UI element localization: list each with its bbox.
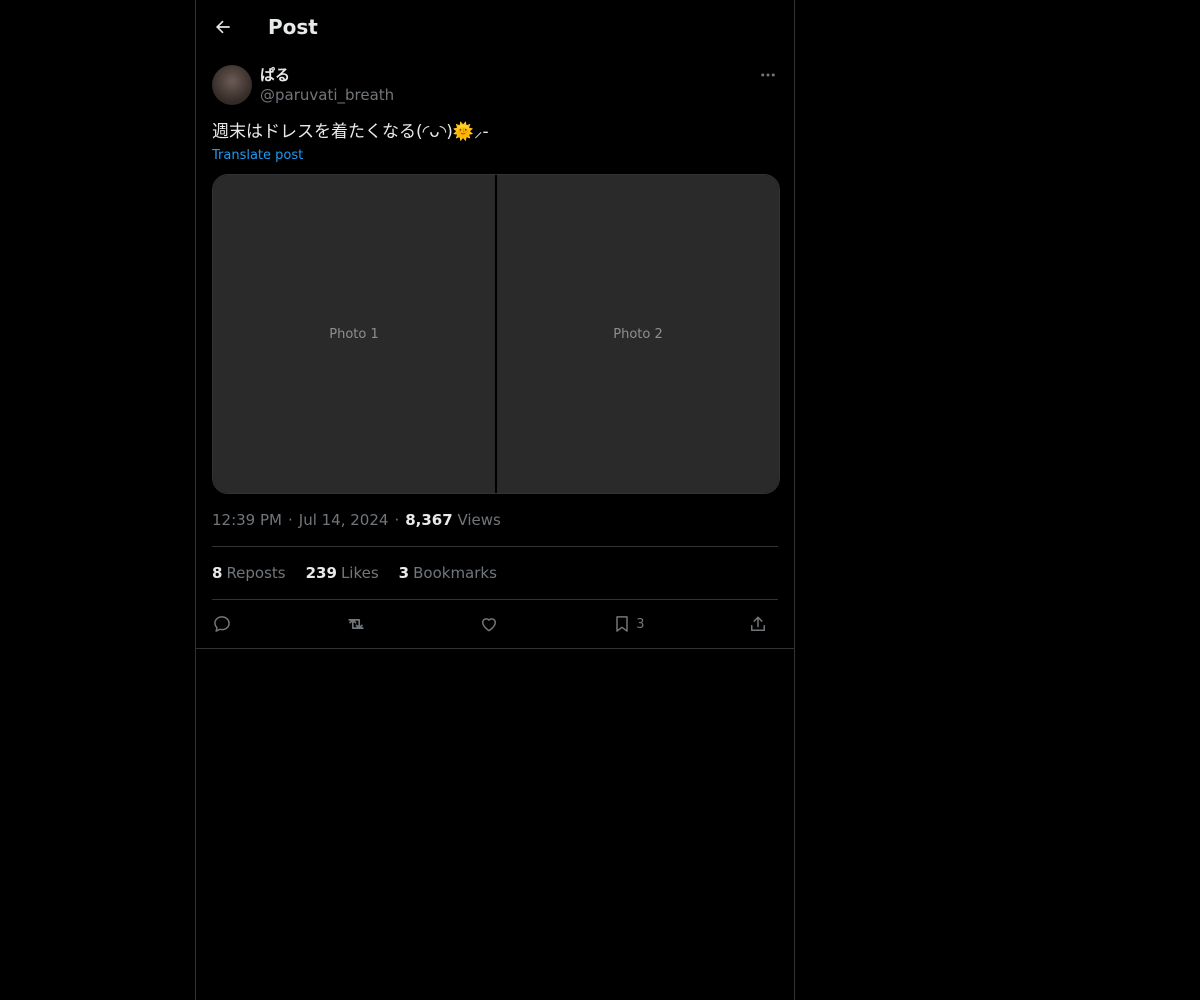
bookmark-count: 3: [636, 616, 645, 632]
media-photo-1-label: Photo 1: [329, 326, 379, 342]
views-label: Views: [457, 511, 501, 529]
bookmark-button[interactable]: 3: [612, 614, 645, 634]
more-dots-icon: [761, 73, 775, 77]
avatar[interactable]: [212, 65, 252, 105]
author-names: ぱる @paruvati_breath: [260, 65, 394, 105]
post-text: 週末はドレスを着たくなる(◜ᴗ◝)🌞⸝-: [212, 122, 489, 142]
post-time[interactable]: 12:39 PM: [212, 511, 282, 529]
arrow-left-icon: [216, 20, 230, 34]
media-photo-1[interactable]: Photo 1: [213, 175, 495, 493]
like-button[interactable]: [479, 614, 509, 634]
reply-button[interactable]: [212, 614, 242, 634]
page-title: Post: [268, 15, 318, 39]
main-column: Post ぱる @paruvati_breath 週末はドレスを着たくなる(◜ᴗ…: [195, 0, 795, 1000]
bookmark-icon: [616, 616, 629, 632]
repost-button[interactable]: [345, 613, 375, 635]
media-photo-2-label: Photo 2: [613, 326, 663, 342]
post-date[interactable]: Jul 14, 2024: [299, 511, 389, 529]
author-row: ぱる @paruvati_breath: [212, 65, 778, 105]
translate-post-link[interactable]: Translate post: [212, 148, 303, 163]
post-media: Photo 1 Photo 2: [212, 174, 780, 494]
post-header: Post: [196, 0, 794, 54]
meta-separator: ·: [394, 511, 400, 529]
bookmarks-stat[interactable]: 3 Bookmarks: [399, 563, 497, 583]
repost-icon: [348, 619, 365, 629]
reposts-count: 8: [212, 564, 223, 582]
likes-stat[interactable]: 239 Likes: [306, 563, 379, 583]
share-icon: [750, 616, 765, 631]
author-handle[interactable]: @paruvati_breath: [260, 85, 394, 105]
back-button[interactable]: [205, 9, 241, 45]
meta-separator: ·: [287, 511, 293, 529]
post-stats: 8 Reposts 239 Likes 3 Bookmarks: [212, 547, 778, 600]
likes-count: 239: [305, 564, 337, 582]
bookmarks-count: 3: [398, 564, 410, 582]
author-display-name[interactable]: ぱる: [260, 65, 394, 85]
reposts-stat[interactable]: 8 Reposts: [212, 563, 286, 583]
post-meta: 12:39 PM · Jul 14, 2024 · 8,367 Views: [212, 510, 778, 547]
share-button[interactable]: [748, 614, 778, 634]
post: ぱる @paruvati_breath 週末はドレスを着たくなる(◜ᴗ◝)🌞⸝-…: [196, 65, 794, 649]
like-icon: [481, 618, 496, 632]
media-photo-2[interactable]: Photo 2: [497, 175, 779, 493]
reply-icon: [214, 616, 230, 632]
bookmarks-label: Bookmarks: [413, 564, 497, 582]
action-bar: 3: [196, 600, 794, 649]
reposts-label: Reposts: [226, 564, 286, 582]
views-count: 8,367: [405, 511, 453, 529]
likes-label: Likes: [340, 564, 379, 582]
more-options-button[interactable]: [758, 65, 778, 85]
